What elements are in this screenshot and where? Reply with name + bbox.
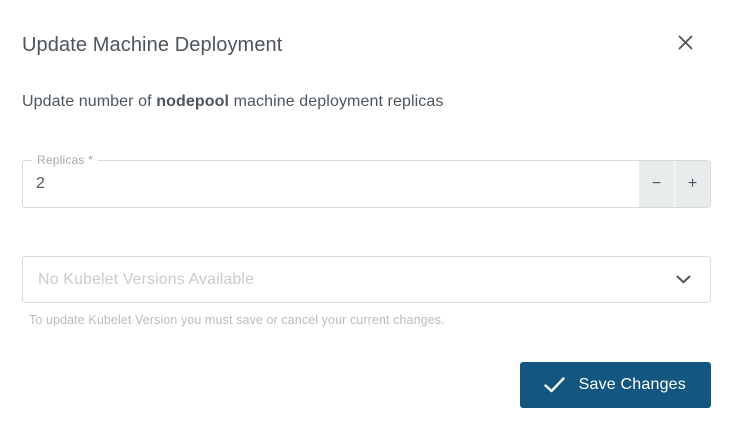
dialog-description: Update number of nodepool machine deploy… (22, 92, 711, 112)
update-machine-deployment-dialog: Update Machine Deployment Update number … (0, 0, 733, 438)
description-suffix: machine deployment replicas (229, 93, 443, 110)
replicas-stepper: − + (639, 161, 710, 207)
replicas-field: Replicas * − + (22, 160, 711, 208)
dialog-footer: Save Changes (22, 362, 711, 408)
dialog-header: Update Machine Deployment (22, 0, 711, 57)
kubelet-dropdown-placeholder: No Kubelet Versions Available (38, 271, 254, 289)
chevron-down-icon (676, 271, 691, 289)
nodepool-name: nodepool (156, 93, 229, 110)
save-changes-label: Save Changes (579, 376, 686, 394)
close-button[interactable] (674, 31, 697, 54)
save-changes-button[interactable]: Save Changes (520, 362, 711, 408)
kubelet-helper-text: To update Kubelet Version you must save … (29, 313, 711, 327)
close-icon (678, 38, 693, 53)
increment-button[interactable]: + (675, 161, 710, 207)
description-prefix: Update number of (22, 93, 156, 110)
dialog-title: Update Machine Deployment (22, 33, 282, 57)
kubelet-version-dropdown[interactable]: No Kubelet Versions Available (22, 256, 711, 303)
replicas-input[interactable] (23, 161, 636, 207)
decrement-button[interactable]: − (639, 161, 675, 207)
check-icon (544, 377, 565, 393)
